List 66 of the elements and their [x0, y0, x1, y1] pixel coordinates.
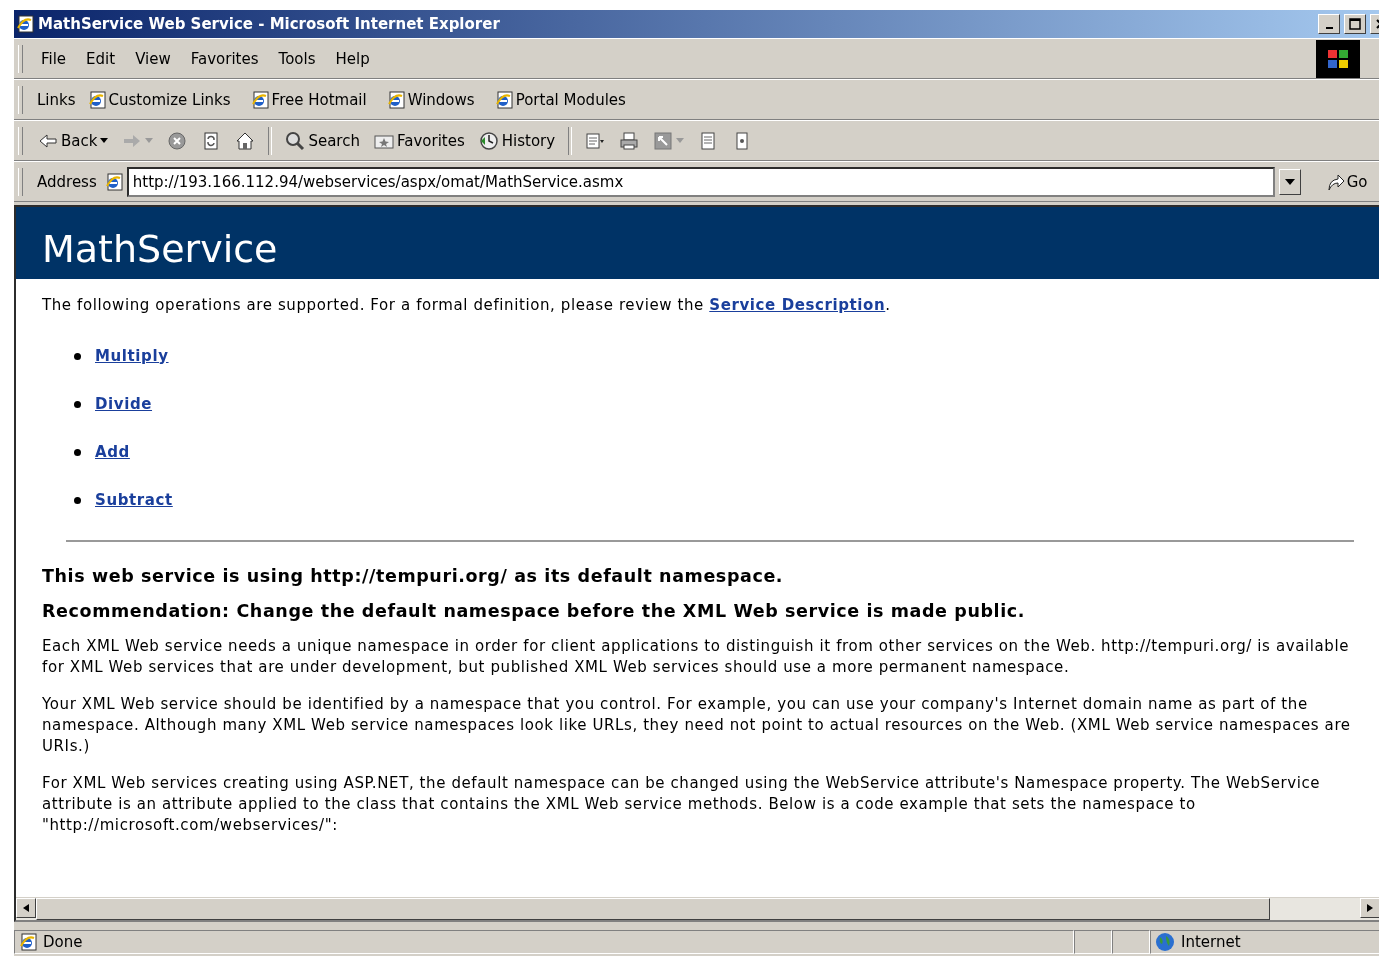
bullet-icon: [74, 496, 81, 504]
intro-text: The following operations are supported. For a formal definition, please review the Service Description.: [42, 295, 892, 316]
page-heading: MathService: [16, 207, 1379, 279]
zone-text: Internet: [1181, 933, 1241, 951]
ie-page-icon: [386, 90, 405, 109]
caret-icon: [100, 137, 109, 144]
menu-item[interactable]: Help: [327, 47, 378, 70]
edit-icon: [653, 130, 674, 151]
favorites-button[interactable]: Favorites: [368, 127, 470, 154]
link-button[interactable]: Customize Links: [83, 88, 235, 111]
paragraph: For XML Web services creating using ASP.NET, the default namespace can be changed using the WebService attribute's Namespace property. The WebService attribute is an attribute applied to the class that contains the XML Web service methods. Below is a code example that sets the namespace to "http://microsoft.com/webservices/":: [42, 773, 1322, 836]
clock-icon: [478, 130, 499, 151]
document-icon: [585, 130, 606, 151]
bullet-icon: [74, 352, 81, 360]
link-button[interactable]: Portal Modules: [490, 88, 630, 111]
bullet-icon: [74, 400, 81, 408]
stop-icon: [167, 130, 188, 151]
search-button[interactable]: Search: [280, 127, 365, 154]
menu-item[interactable]: View: [127, 47, 179, 70]
service-description-link[interactable]: Service Description: [709, 296, 886, 314]
triangle-left-icon: [23, 904, 29, 912]
paragraph: Each XML Web service needs a unique namespace in order for client applications to distinguish it from other services on the Web. http://tempuri.org/ is available for XML Web services that are under development, but published XML Web services should use a more permanent namespace.: [42, 636, 1350, 678]
notice-text: This web service is using http://tempuri.org/ as its default namespace.: [42, 566, 785, 587]
ie-page-icon: [87, 90, 106, 109]
menu-item[interactable]: Edit: [78, 47, 124, 70]
bullet-icon: [74, 448, 81, 456]
caret-icon: [676, 137, 685, 144]
window-title: MathService Web Service - Microsoft Internet Explorer: [38, 15, 500, 33]
menu-item[interactable]: File: [33, 47, 75, 70]
status-text: Done: [43, 933, 83, 951]
menu-item[interactable]: Tools: [270, 47, 324, 70]
ie-page-icon: [250, 90, 269, 109]
go-button[interactable]: Go: [1318, 170, 1374, 193]
ie-page-icon: [16, 15, 34, 33]
operation-link[interactable]: Divide: [95, 393, 153, 415]
caret-icon: [1284, 178, 1295, 185]
maximize-button[interactable]: [1344, 14, 1366, 34]
operation-link[interactable]: Multiply: [95, 345, 169, 367]
operation-link[interactable]: Subtract: [95, 489, 173, 511]
maximize-icon: [1349, 18, 1361, 30]
link-button[interactable]: Windows: [382, 88, 479, 111]
operation-link[interactable]: Add: [95, 441, 130, 463]
dropdown-button[interactable]: [1278, 168, 1301, 195]
caret-icon: [145, 137, 154, 144]
ie-page-icon: [104, 172, 123, 191]
menu-item[interactable]: Favorites: [182, 47, 267, 70]
globe-icon: [1155, 932, 1175, 952]
minimize-icon: [1325, 27, 1333, 29]
notice-text: Recommendation: Change the default namespace before the XML Web service is made public.: [42, 601, 1026, 622]
triangle-right-icon: [1367, 904, 1373, 912]
ie-page-icon: [19, 933, 37, 951]
address-label: Address: [36, 172, 98, 191]
paragraph: Your XML Web service should be identified by a namespace that you control. For example, you can use your company's Internet domain name as part of the namespace. Although many XML Web service namespaces look like URLs, they need not point to actual resources on the Web. (XML Web service namespaces are URIs.): [42, 694, 1352, 757]
house-icon: [235, 130, 256, 151]
back-button[interactable]: Back: [33, 127, 114, 154]
address-field[interactable]: http://193.166.112.94/webservices/aspx/omat/MathService.asmx: [126, 166, 1275, 197]
minimize-button[interactable]: [1318, 14, 1340, 34]
scroll-left-button[interactable]: [16, 898, 36, 918]
search-icon: [285, 130, 306, 151]
ie-page-icon: [494, 90, 513, 109]
scroll-right-button[interactable]: [1360, 898, 1379, 918]
history-button[interactable]: History: [473, 127, 561, 154]
links-label: Links: [36, 90, 77, 109]
windows-logo-icon: [1316, 39, 1360, 78]
printer-icon: [619, 130, 640, 151]
link-button[interactable]: Free Hotmail: [246, 88, 371, 111]
